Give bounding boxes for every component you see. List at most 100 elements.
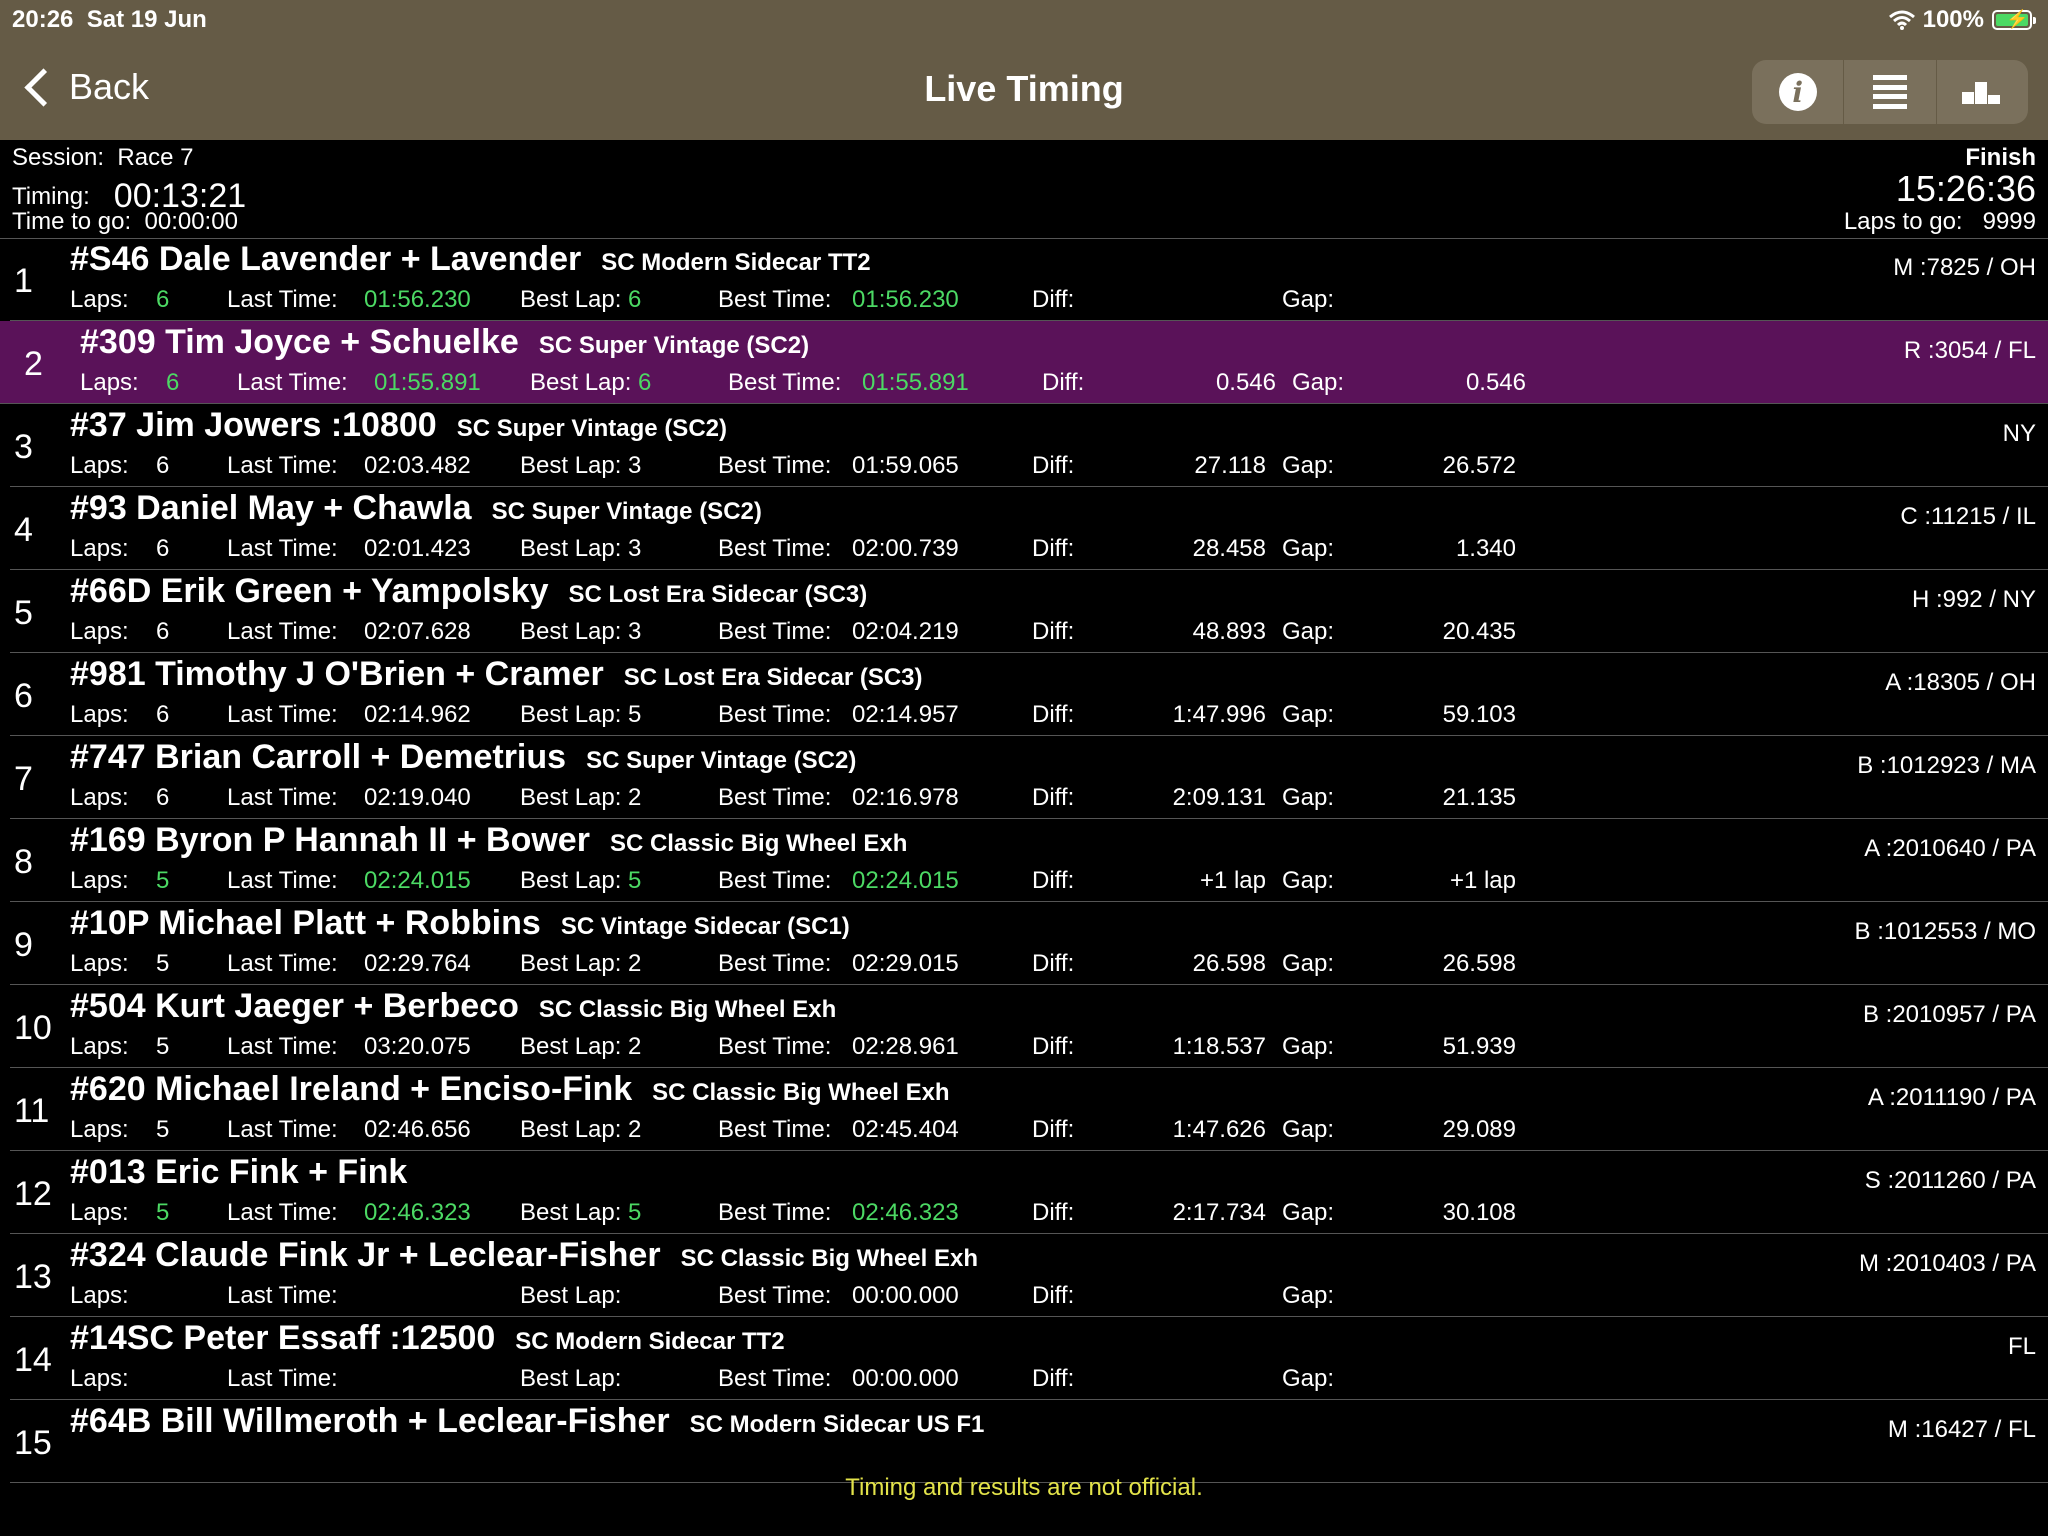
last-time-value: 02:24.015 — [364, 867, 471, 894]
best-lap-label: Best Lap: — [530, 369, 632, 396]
best-lap-label: Best Lap: — [520, 535, 622, 562]
info-button[interactable]: i — [1752, 60, 1845, 124]
last-time-value: 01:55.891 — [374, 369, 481, 396]
best-time-label: Best Time: — [718, 452, 832, 479]
result-row[interactable]: 12 #013 Eric Fink + Fink S :2011260 / PA La… — [10, 1151, 2048, 1234]
diff-label: Diff: — [1032, 535, 1075, 562]
last-time-label: Last Time: — [227, 1282, 338, 1309]
last-time-value: 01:56.230 — [364, 286, 471, 313]
race-number-state: M :7825 / OH — [1893, 254, 2036, 281]
time-to-go-value: 00:00:00 — [144, 208, 238, 235]
result-row[interactable]: 10 #504 Kurt Jaeger + Berbeco SC Classic B… — [10, 985, 2048, 1068]
best-time-label: Best Time: — [718, 1282, 832, 1309]
result-row[interactable]: 9 #10P Michael Platt + Robbins SC Vintage … — [10, 902, 2048, 985]
entrant-name: #93 Daniel May + Chawla SC Super Vintage … — [70, 489, 762, 528]
best-time-value: 02:14.957 — [852, 701, 959, 728]
entrant-name: #S46 Dale Lavender + Lavender SC Modern S… — [70, 240, 871, 279]
diff-label: Diff: — [1032, 618, 1075, 645]
last-time-label: Last Time: — [227, 1199, 338, 1226]
gap-value: 51.939 — [1442, 1033, 1516, 1060]
list-view-button[interactable] — [1844, 60, 1937, 124]
last-time-label: Last Time: — [227, 1116, 338, 1143]
result-row[interactable]: 6 #981 Timothy J O'Brien + Cramer SC Lost … — [10, 653, 2048, 736]
best-lap-label: Best Lap: — [520, 1282, 622, 1309]
rider-name: #747 Brian Carroll + Demetrius — [70, 738, 567, 776]
lap-stats: Laps: 5 Last Time: 03:20.075 Best Lap: 2 Best … — [70, 1033, 1516, 1063]
race-number-state: C :11215 / IL — [1900, 503, 2036, 530]
result-row[interactable]: 15 #64B Bill Willmeroth + Leclear-Fisher S… — [10, 1400, 2048, 1483]
best-time-label: Best Time: — [718, 950, 832, 977]
laps-value: 6 — [156, 701, 170, 728]
rider-name: #37 Jim Jowers :10800 — [70, 406, 437, 444]
class-name: SC Classic Big Wheel Exh — [609, 830, 908, 857]
entrant-name: #37 Jim Jowers :10800 SC Super Vintage (S… — [70, 406, 727, 445]
gap-label: Gap: — [1282, 1033, 1335, 1060]
gap-label: Gap: — [1282, 1365, 1335, 1392]
best-time-value: 00:00.000 — [852, 1282, 959, 1309]
diff-label: Diff: — [1032, 1199, 1075, 1226]
best-time-value: 02:00.739 — [852, 535, 959, 562]
result-row[interactable]: 4 #93 Daniel May + Chawla SC Super Vintage… — [10, 487, 2048, 570]
result-row[interactable]: 13 #324 Claude Fink Jr + Leclear-Fisher SC… — [10, 1234, 2048, 1317]
date: Sat 19 Jun — [86, 6, 207, 33]
diff-label: Diff: — [1032, 1282, 1075, 1309]
lap-stats: Laps: 5 Last Time: 02:46.656 Best Lap: 2 Best … — [70, 1116, 1516, 1146]
rider-name: #14SC Peter Essaff :12500 — [70, 1319, 496, 1357]
rider-name: #620 Michael Ireland + Enciso-Fink — [70, 1070, 633, 1108]
rider-name: #013 Eric Fink + Fink — [70, 1153, 408, 1191]
page-title: Live Timing — [924, 68, 1124, 109]
best-lap-value: 5 — [628, 867, 642, 894]
laps-label: Laps: — [70, 784, 129, 811]
race-number-state: A :18305 / OH — [1885, 669, 2036, 696]
race-number-state: FL — [2007, 1333, 2036, 1360]
rider-name: #309 Tim Joyce + Schuelke — [80, 323, 519, 361]
laps-value: 5 — [156, 867, 170, 894]
lap-stats: Laps: 6 Last Time: 02:01.423 Best Lap: 3 Best … — [70, 535, 1516, 565]
best-lap-label: Best Lap: — [520, 784, 622, 811]
result-row[interactable]: 3 #37 Jim Jowers :10800 SC Super Vintage (… — [10, 404, 2048, 487]
gap-label: Gap: — [1282, 535, 1335, 562]
position: 2 — [24, 345, 43, 383]
best-time-value: 02:04.219 — [852, 618, 959, 645]
class-name: SC Classic Big Wheel Exh — [652, 1079, 950, 1106]
entrant-name: #981 Timothy J O'Brien + Cramer SC Lost E… — [70, 655, 923, 694]
best-lap-value: 3 — [628, 618, 642, 645]
last-time-label: Last Time: — [227, 286, 338, 313]
best-lap-value: 3 — [628, 535, 642, 562]
race-number-state: H :992 / NY — [1911, 586, 2036, 613]
diff-value: 48.893 — [1192, 618, 1266, 645]
last-time-value: 02:03.482 — [364, 452, 471, 479]
result-row[interactable]: 8 #169 Byron P Hannah II + Bower SC Classi… — [10, 819, 2048, 902]
laps-label: Laps: — [70, 1282, 129, 1309]
gap-label: Gap: — [1282, 701, 1335, 728]
best-lap-label: Best Lap: — [520, 950, 622, 977]
best-time-label: Best Time: — [718, 618, 832, 645]
result-row[interactable]: 7 #747 Brian Carroll + Demetrius SC Super … — [10, 736, 2048, 819]
last-time-value: 02:14.962 — [364, 701, 471, 728]
race-number-state: M :2010403 / PA — [1859, 1250, 2036, 1277]
race-number-state: NY — [2002, 420, 2036, 447]
results-list: 1 #S46 Dale Lavender + Lavender SC Modern … — [0, 238, 2048, 1483]
lap-stats: Laps: 6 Last Time: 01:55.891 Best Lap: 6 Best … — [80, 369, 1526, 399]
best-time-label: Best Time: — [718, 1199, 832, 1226]
best-lap-value: 5 — [628, 1199, 642, 1226]
laps-value: 6 — [156, 784, 170, 811]
result-row[interactable]: 5 #66D Erik Green + Yampolsky SC Lost Era … — [10, 570, 2048, 653]
podium-button[interactable] — [1937, 60, 2028, 124]
session-line: Session: Race 7 — [12, 144, 194, 171]
gap-value: +1 lap — [1449, 867, 1516, 894]
gap-label: Gap: — [1282, 1116, 1335, 1143]
wifi-icon — [1888, 10, 1915, 30]
result-row[interactable]: 2 #309 Tim Joyce + Schuelke SC Super Vinta… — [0, 321, 2048, 404]
rider-name: #S46 Dale Lavender + Lavender — [70, 240, 582, 278]
best-lap-label: Best Lap: — [520, 1116, 622, 1143]
result-row[interactable]: 14 #14SC Peter Essaff :12500 SC Modern Sid… — [10, 1317, 2048, 1400]
race-number-state: A :2011190 / PA — [1867, 1084, 2036, 1111]
last-time-label: Last Time: — [237, 369, 348, 396]
gap-label: Gap: — [1282, 452, 1335, 479]
race-number-state: B :1012553 / MO — [1854, 918, 2036, 945]
gap-label: Gap: — [1282, 286, 1335, 313]
class-name: SC Vintage Sidecar (SC1) — [560, 913, 850, 940]
result-row[interactable]: 1 #S46 Dale Lavender + Lavender SC Modern … — [10, 238, 2048, 321]
result-row[interactable]: 11 #620 Michael Ireland + Enciso-Fink SC C… — [10, 1068, 2048, 1151]
